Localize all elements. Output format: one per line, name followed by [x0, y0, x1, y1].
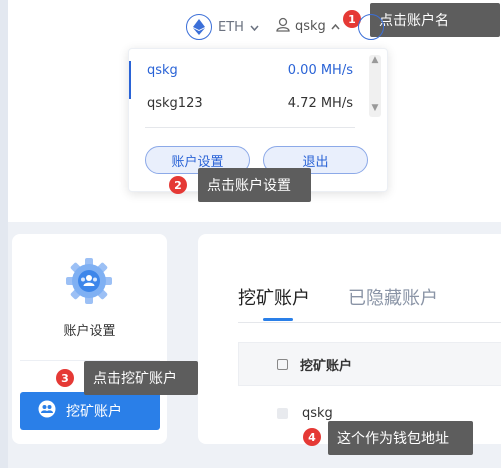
account-option[interactable]: qskg 0.00 MH/s — [147, 63, 353, 78]
dropdown-scrollbar[interactable]: ▲ ▼ — [369, 55, 381, 117]
dropdown-divider — [145, 127, 355, 128]
username: qskg — [295, 19, 326, 34]
mining-account-button[interactable]: 挖矿账户 — [20, 392, 160, 430]
scroll-up-icon: ▲ — [371, 55, 379, 65]
step-badge: 4 — [303, 428, 321, 446]
column-header-account: 挖矿账户 — [300, 358, 353, 374]
left-rail — [0, 0, 8, 468]
table-header: 挖矿账户 — [238, 342, 501, 386]
gear-users-icon — [64, 256, 114, 306]
table-row[interactable]: qskg — [302, 406, 333, 421]
account-hashrate: 0.00 MH/s — [287, 63, 353, 78]
coin-selector[interactable]: ETH — [186, 14, 259, 40]
account-option[interactable]: qskg123 4.72 MH/s — [147, 96, 353, 111]
annotation-tooltip: 点击账户名 — [370, 3, 500, 37]
annotation-tooltip: 点击账户设置 — [198, 168, 311, 202]
tab-mining-accounts[interactable]: 挖矿账户 — [238, 284, 310, 310]
tab-divider — [238, 322, 501, 323]
account-name: qskg — [147, 63, 178, 78]
sidebar-card: 账户设置 挖矿账户 — [12, 234, 167, 444]
step-badge: 2 — [169, 176, 187, 194]
row-checkbox[interactable] — [277, 408, 288, 419]
select-all-checkbox[interactable] — [277, 358, 288, 370]
active-tab-underline — [263, 318, 293, 321]
chevron-up-icon — [331, 19, 340, 34]
ethereum-icon — [186, 14, 212, 40]
annotation-tooltip: 点击挖矿账户 — [84, 361, 198, 395]
account-name: qskg123 — [147, 96, 203, 111]
scroll-down-icon: ▼ — [371, 103, 379, 113]
users-icon — [38, 400, 56, 422]
user-icon — [276, 17, 290, 36]
step-badge: 3 — [56, 369, 74, 387]
active-indicator — [129, 61, 131, 99]
main-card: 挖矿账户 已隐藏账户 挖矿账户 qskg — [198, 234, 501, 444]
user-menu[interactable]: qskg — [276, 17, 340, 36]
annotation-tooltip: 这个作为钱包地址 — [328, 421, 473, 455]
mining-account-label: 挖矿账户 — [66, 404, 122, 420]
coin-label: ETH — [218, 19, 244, 35]
tab-hidden-accounts[interactable]: 已隐藏账户 — [348, 284, 438, 310]
account-hashrate: 4.72 MH/s — [287, 96, 353, 111]
account-circle-icon — [358, 14, 384, 40]
chevron-down-icon — [250, 20, 259, 35]
account-settings-label[interactable]: 账户设置 — [12, 320, 167, 339]
